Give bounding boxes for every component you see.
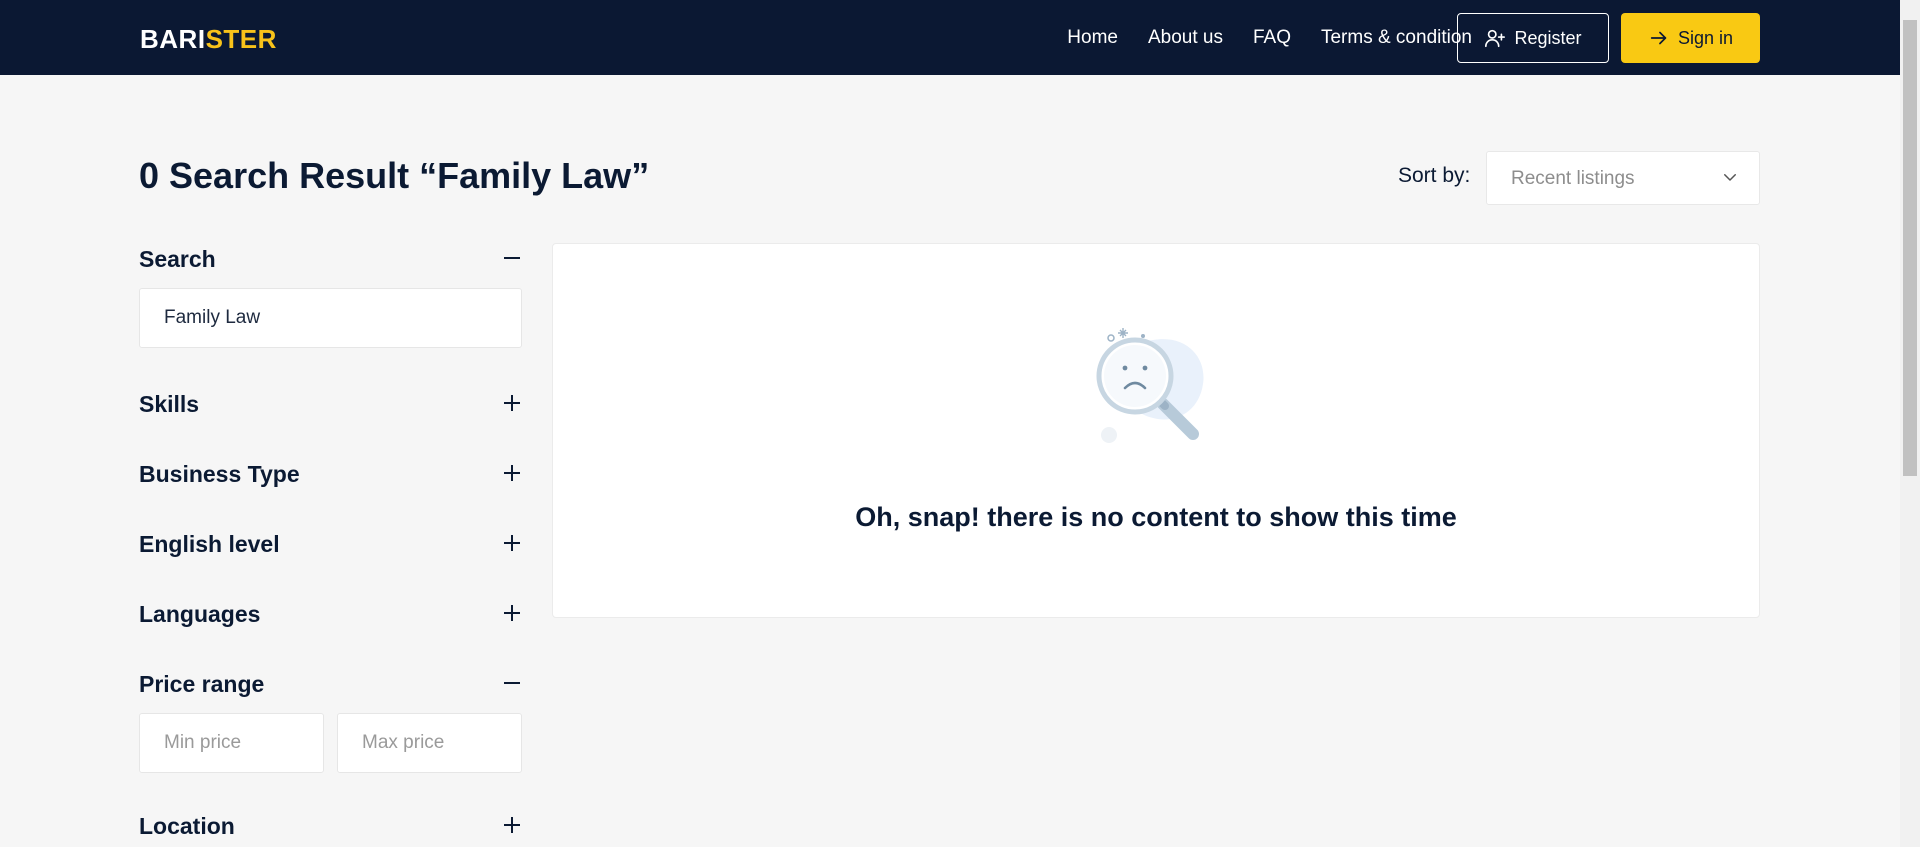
filter-business-type-header[interactable]: Business Type — [139, 453, 522, 493]
plus-icon[interactable] — [502, 463, 522, 483]
empty-state-message: Oh, snap! there is no content to show th… — [855, 502, 1457, 532]
plus-icon[interactable] — [502, 393, 522, 413]
chevron-down-icon — [1721, 168, 1739, 186]
max-price-input[interactable] — [337, 713, 522, 773]
minus-icon[interactable] — [502, 248, 522, 268]
filter-search-header[interactable]: Search — [139, 238, 522, 278]
nav-about[interactable]: About us — [1148, 27, 1223, 49]
signin-button[interactable]: Sign in — [1621, 13, 1760, 63]
search-input[interactable] — [139, 288, 522, 348]
plus-icon[interactable] — [502, 603, 522, 623]
nav-faq[interactable]: FAQ — [1253, 27, 1291, 49]
logo-text-white: BARI — [140, 24, 206, 54]
filter-english-level-title: English level — [139, 531, 280, 557]
filter-business-type-title: Business Type — [139, 461, 300, 487]
nav-links: Home About us FAQ Terms & condition — [1067, 0, 1472, 75]
filter-skills-title: Skills — [139, 391, 200, 417]
sort-select[interactable]: Recent listings — [1486, 151, 1760, 205]
filter-skills-header[interactable]: Skills — [139, 383, 522, 423]
filter-languages-header[interactable]: Languages — [139, 593, 522, 633]
logo-text-yellow: STER — [205, 24, 277, 54]
nav-terms[interactable]: Terms & condition — [1321, 27, 1472, 49]
sort-label: Sort by: — [1398, 164, 1471, 187]
signin-label: Sign in — [1677, 27, 1734, 48]
sort-select-value: Recent listings — [1511, 168, 1635, 189]
page-scrollbar-thumb[interactable] — [1903, 20, 1917, 476]
filter-price-range-header[interactable]: Price range — [139, 663, 522, 703]
page-title: 0 Search Result “Family Law” — [139, 155, 650, 196]
filter-location-header[interactable]: Location — [139, 805, 522, 845]
arrow-right-icon — [1648, 27, 1670, 49]
filter-languages-title: Languages — [139, 601, 261, 627]
filter-search-title: Search — [139, 246, 216, 272]
nav-home[interactable]: Home — [1067, 27, 1118, 49]
register-button[interactable]: Register — [1457, 13, 1609, 63]
results-card: Oh, snap! there is no content to show th… — [552, 243, 1760, 618]
user-plus-icon — [1484, 27, 1506, 49]
top-navbar: BARISTER Home About us FAQ Terms & condi… — [0, 0, 1900, 75]
plus-icon[interactable] — [502, 533, 522, 553]
sad-magnifier-icon — [1095, 320, 1211, 450]
brand-logo[interactable]: BARISTER — [140, 24, 277, 55]
filter-english-level-header[interactable]: English level — [139, 523, 522, 563]
plus-icon[interactable] — [502, 815, 522, 835]
min-price-input[interactable] — [139, 713, 324, 773]
filter-location-title: Location — [139, 813, 235, 839]
filter-price-range-title: Price range — [139, 671, 265, 697]
minus-icon[interactable] — [502, 673, 522, 693]
register-label: Register — [1514, 27, 1582, 48]
